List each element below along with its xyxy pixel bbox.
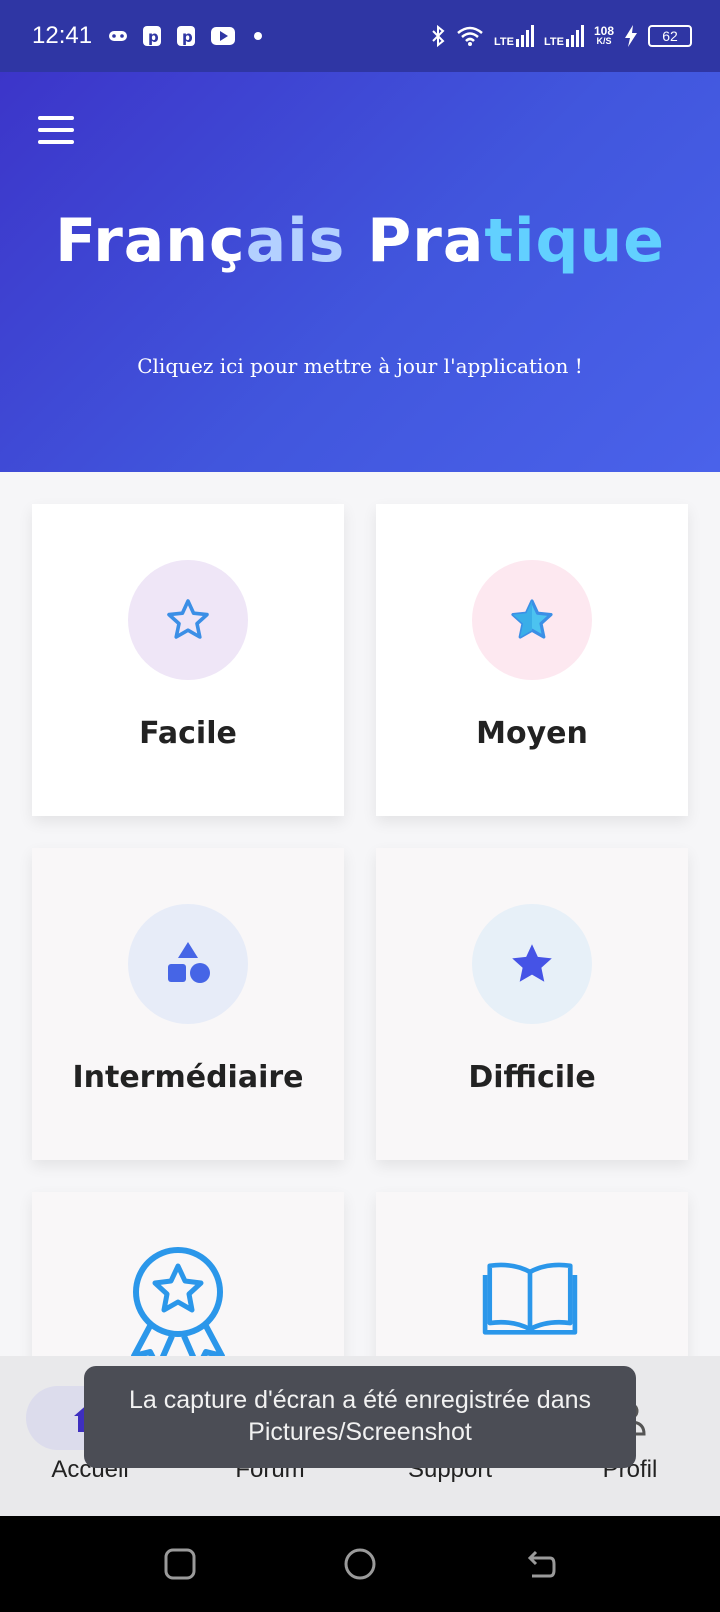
back-icon[interactable] (522, 1546, 558, 1582)
gamepad-icon (109, 31, 128, 41)
level-icon-circle (472, 904, 592, 1024)
notification-icons: p p (108, 25, 266, 47)
system-navigation-bar (0, 1516, 720, 1612)
level-label: Moyen (476, 716, 588, 751)
level-icon-circle (472, 560, 592, 680)
star-filled-icon (512, 944, 552, 982)
app-header: Français Pratique Cliquez ici pour mettr… (0, 72, 720, 472)
level-label: Facile (139, 716, 237, 751)
recent-apps-icon[interactable] (162, 1546, 198, 1582)
p-app-icon: p (143, 26, 162, 46)
toast-line-1: La capture d'écran a été enregistrée dan… (128, 1386, 592, 1414)
level-card-difficile[interactable]: Difficile (376, 848, 688, 1160)
status-bar: 12:41 p p LTE LTE 108 K/S 62 (0, 0, 720, 72)
speed-unit: K/S (596, 36, 612, 46)
speed-value: 108 (593, 24, 614, 38)
level-icon-circle (128, 904, 248, 1024)
p-app-icon-2: p (177, 26, 196, 46)
network-speed: 108 K/S (593, 24, 614, 46)
dot-icon (254, 32, 263, 40)
network-type-2: LTE (544, 36, 564, 48)
charging-icon (625, 25, 637, 47)
signal-lte-2: LTE (544, 25, 584, 48)
star-outline-icon (167, 599, 209, 639)
shapes-icon (168, 942, 210, 983)
youtube-icon (211, 27, 236, 45)
level-label: Intermédiaire (72, 1060, 304, 1095)
level-card-facile[interactable]: Facile (32, 504, 344, 816)
level-icon-circle (128, 560, 248, 680)
update-app-link[interactable]: Cliquez ici pour mettre à jour l'applica… (0, 354, 720, 378)
screenshot-toast: La capture d'écran a été enregistrée dan… (84, 1366, 636, 1468)
svg-text:p: p (182, 28, 193, 46)
signal-icon (516, 25, 534, 47)
level-label: Difficile (468, 1060, 596, 1095)
wifi-icon (457, 26, 483, 46)
bluetooth-icon (432, 24, 445, 48)
title-part-4: tique (484, 206, 665, 276)
level-card-moyen[interactable]: Moyen (376, 504, 688, 816)
open-book-icon (482, 1262, 578, 1335)
signal-lte-1: LTE (494, 25, 534, 48)
hamburger-menu-icon[interactable] (38, 116, 74, 144)
battery-indicator: 62 (648, 25, 692, 47)
status-right: LTE LTE 108 K/S 62 (430, 24, 692, 48)
award-ribbon-icon (131, 1247, 225, 1368)
title-part-1: Franç (55, 206, 246, 276)
signal-icon-2 (565, 25, 584, 47)
toast-line-2: Pictures/Screenshot (248, 1418, 472, 1446)
app-title: Français Pratique (0, 206, 720, 276)
home-button-icon[interactable] (342, 1546, 378, 1582)
status-time: 12:41 (32, 22, 93, 49)
star-half-icon (511, 599, 553, 639)
title-part-2: ais (245, 206, 346, 276)
level-card-intermediaire[interactable]: Intermédiaire (32, 848, 344, 1160)
svg-text:p: p (148, 28, 159, 46)
network-type-1: LTE (494, 36, 514, 48)
title-part-3: Pra (345, 206, 485, 276)
